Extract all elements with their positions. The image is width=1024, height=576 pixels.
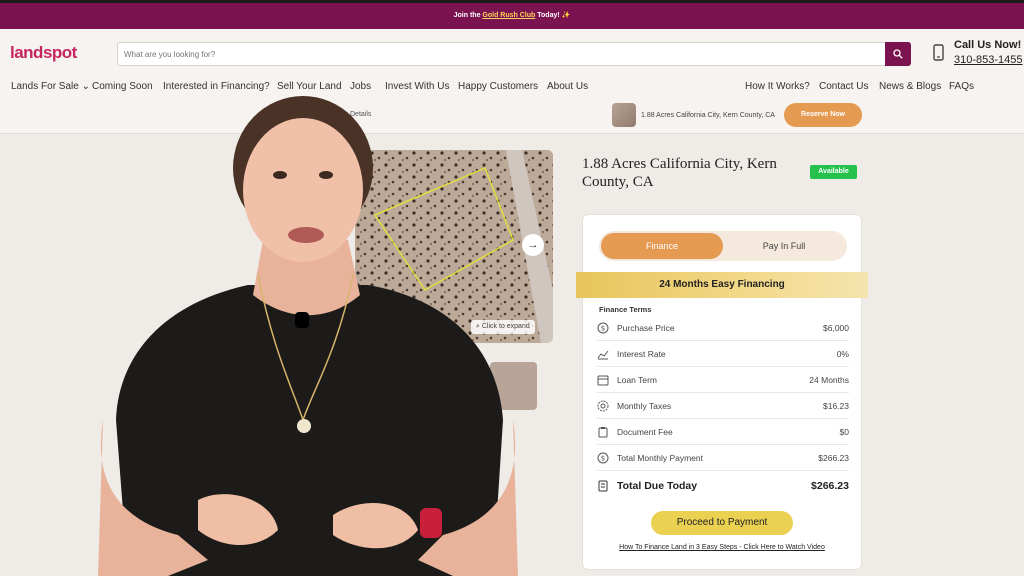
call-us-label: Call Us Now!	[954, 39, 1022, 51]
sticky-property-title: 1.88 Acres California City, Kern County,…	[641, 112, 775, 119]
nav-how-it-works[interactable]: How It Works?	[745, 81, 810, 92]
nav-lands-for-sale[interactable]: Lands For Sale ⌄	[11, 81, 90, 92]
promo-prefix: Join the	[453, 12, 481, 19]
total-due-row: Total Due Today $266.23	[597, 472, 849, 500]
how-to-finance-video-link[interactable]: How To Finance Land in 3 Easy Steps - Cl…	[583, 544, 861, 551]
gold-rush-club-link[interactable]: Gold Rush Club	[482, 12, 535, 19]
dollar-circle-icon: $	[597, 452, 609, 464]
property-title: 1.88 Acres California City, Kern County,…	[582, 156, 777, 190]
nav-news-blogs[interactable]: News & Blogs	[879, 81, 941, 92]
phone-icon	[933, 44, 944, 61]
status-badge: Available	[810, 165, 857, 179]
reserve-now-button[interactable]: Reserve Now	[784, 103, 862, 127]
total-due-value: $266.23	[811, 480, 849, 492]
promo-banner: Join the Gold Rush Club Today! ✨	[0, 3, 1024, 29]
webpage-frame: Join the Gold Rush Club Today! ✨ landspo…	[0, 0, 1024, 576]
tab-finance[interactable]: Finance	[601, 233, 723, 259]
term-row-purchase-price: $ Purchase Price $6,000	[597, 315, 849, 341]
call-us-number[interactable]: 310-853-1455	[954, 54, 1023, 66]
term-label: Loan Term	[617, 375, 658, 385]
landspot-logo[interactable]: landspot	[10, 43, 77, 63]
tab-pay-in-full[interactable]: Pay In Full	[723, 233, 845, 259]
term-value: $6,000	[823, 323, 849, 333]
chart-line-icon	[597, 350, 609, 360]
nav-about-us[interactable]: About Us	[547, 81, 588, 92]
proceed-to-payment-button[interactable]: Proceed to Payment	[651, 511, 793, 535]
search-button[interactable]	[885, 42, 911, 66]
term-label: Monthly Taxes	[617, 401, 672, 411]
term-row-total-monthly-payment: $ Total Monthly Payment $266.23	[597, 445, 849, 471]
receipt-icon	[598, 480, 608, 492]
term-label: Purchase Price	[617, 323, 675, 333]
term-value: $266.23	[818, 453, 849, 463]
clipboard-icon	[598, 427, 608, 438]
search-bar	[117, 42, 911, 66]
svg-text:$: $	[601, 455, 605, 463]
term-row-interest-rate: Interest Rate 0%	[597, 341, 849, 367]
nav-faqs[interactable]: FAQs	[949, 81, 974, 92]
term-label: Interest Rate	[617, 349, 666, 359]
payment-mode-toggle: Finance Pay In Full	[599, 231, 847, 261]
svg-text:$: $	[601, 325, 605, 333]
badge-icon	[597, 400, 609, 412]
gallery-next-button[interactable]: →	[522, 234, 544, 256]
term-row-monthly-taxes: Monthly Taxes $16.23	[597, 393, 849, 419]
promo-suffix: Today! ✨	[537, 12, 571, 19]
total-due-label: Total Due Today	[617, 480, 698, 492]
finance-terms-heading: Finance Terms	[599, 305, 652, 314]
term-row-loan-term: Loan Term 24 Months	[597, 367, 849, 393]
term-label: Document Fee	[617, 427, 673, 437]
term-label: Total Monthly Payment	[617, 453, 703, 463]
financing-banner: 24 Months Easy Financing	[576, 272, 868, 298]
property-thumbnail	[612, 103, 636, 127]
search-input[interactable]	[124, 47, 864, 62]
term-value: $16.23	[823, 401, 849, 411]
pricing-card: Finance Pay In Full Finance Terms $ Purc…	[582, 214, 862, 570]
calendar-icon	[597, 375, 609, 386]
nav-contact-us[interactable]: Contact Us	[819, 81, 868, 92]
term-value: 0%	[836, 349, 849, 359]
term-row-document-fee: Document Fee $0	[597, 419, 849, 445]
presenter-video-overlay	[98, 96, 518, 576]
term-value: 24 Months	[809, 375, 849, 385]
search-icon	[893, 49, 903, 59]
term-value: $0	[839, 427, 849, 437]
dollar-circle-icon: $	[597, 322, 609, 334]
